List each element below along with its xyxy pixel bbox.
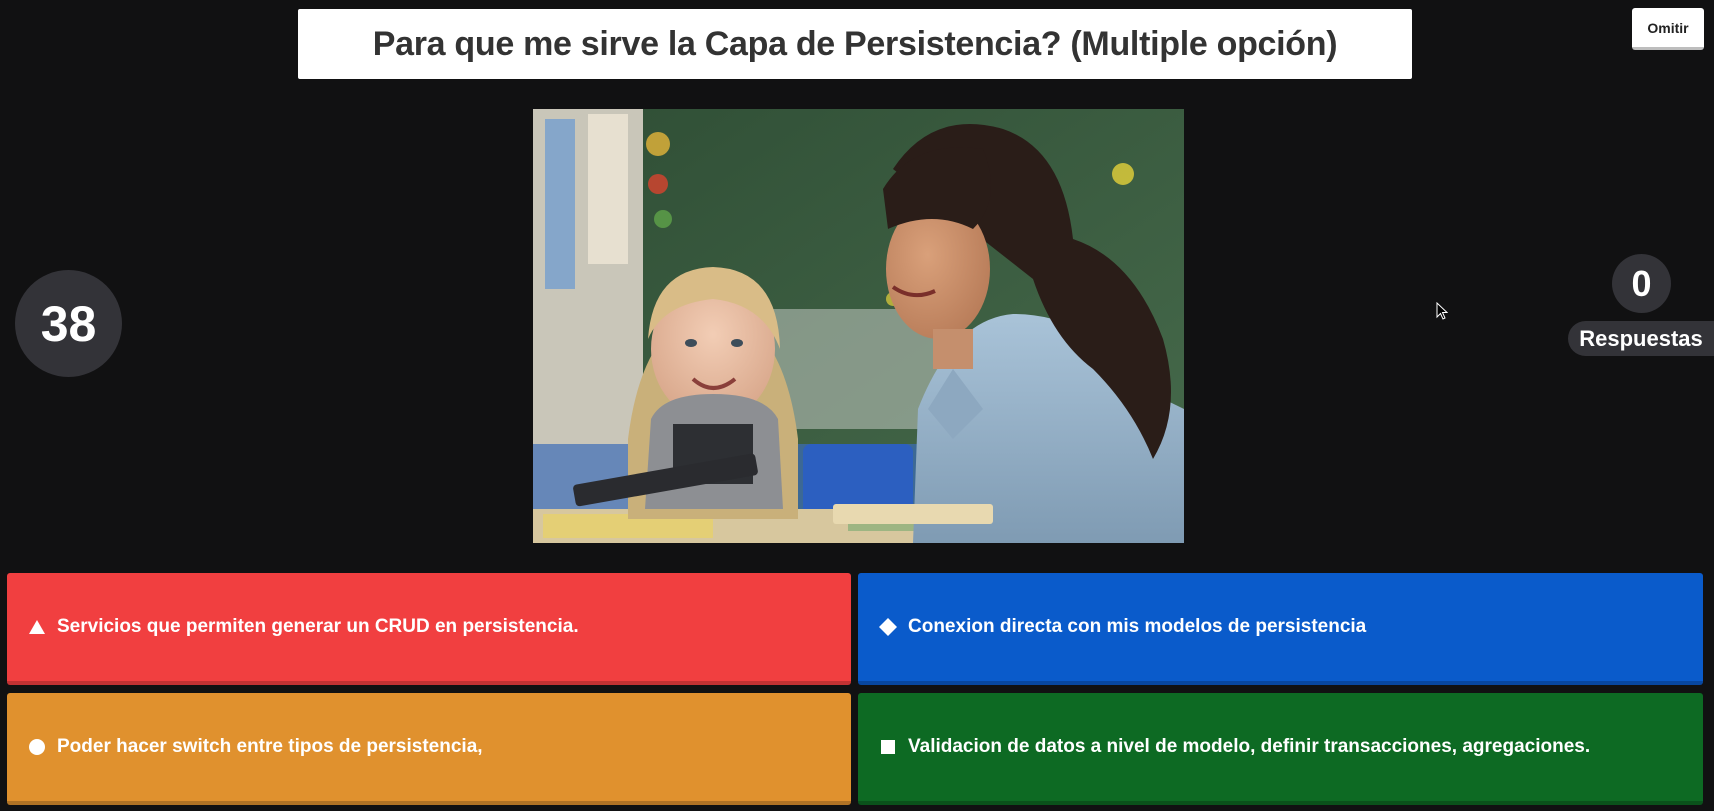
triangle-icon bbox=[23, 613, 51, 641]
question-title: Para que me sirve la Capa de Persistenci… bbox=[298, 9, 1412, 79]
quiz-stage: Para que me sirve la Capa de Persistenci… bbox=[0, 0, 1714, 811]
answer-text: Conexion directa con mis modelos de pers… bbox=[908, 616, 1367, 637]
answer-option-square[interactable]: Validacion de datos a nivel de modelo, d… bbox=[858, 693, 1703, 805]
responses-label: Respuestas bbox=[1568, 321, 1714, 356]
mouse-pointer-icon bbox=[1436, 302, 1448, 320]
classroom-photo bbox=[533, 109, 1184, 543]
skip-button[interactable]: Omitir bbox=[1632, 8, 1704, 50]
answer-option-circle[interactable]: Poder hacer switch entre tipos de persis… bbox=[7, 693, 851, 805]
circle-icon bbox=[23, 733, 51, 761]
diamond-icon bbox=[874, 613, 902, 641]
countdown-timer: 38 bbox=[15, 270, 122, 377]
square-icon bbox=[874, 733, 902, 761]
responses-count: 0 bbox=[1612, 254, 1671, 313]
answer-option-triangle[interactable]: Servicios que permiten generar un CRUD e… bbox=[7, 573, 851, 685]
answer-text: Servicios que permiten generar un CRUD e… bbox=[57, 616, 579, 637]
answer-text: Poder hacer switch entre tipos de persis… bbox=[57, 736, 483, 757]
question-image bbox=[533, 109, 1184, 543]
answer-text: Validacion de datos a nivel de modelo, d… bbox=[908, 736, 1591, 757]
answer-option-diamond[interactable]: Conexion directa con mis modelos de pers… bbox=[858, 573, 1703, 685]
